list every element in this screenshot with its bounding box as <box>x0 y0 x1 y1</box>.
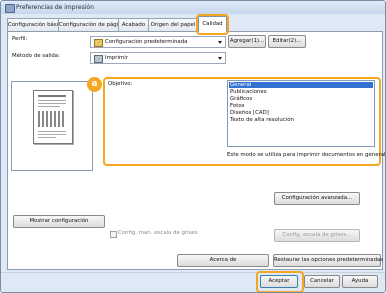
tab-page-setup[interactable]: Configuración de página <box>58 18 119 31</box>
quality-tab-highlight <box>196 14 229 35</box>
objective-item-publications[interactable]: Publicaciones <box>230 89 267 95</box>
grayscale-checkbox[interactable] <box>110 231 117 238</box>
preview-page <box>33 90 73 144</box>
tab-basic-settings[interactable]: Configuración básica <box>7 18 59 31</box>
tab-paper-source[interactable]: Origen del papel <box>148 18 198 31</box>
edit-profile-button[interactable]: Editar(2)... <box>268 35 306 48</box>
printer-icon <box>5 4 15 13</box>
preview-line <box>38 134 66 135</box>
preview-line <box>38 106 60 107</box>
preview-line <box>38 100 66 101</box>
help-button[interactable]: Ayuda <box>342 275 378 288</box>
callout-badge-a: a <box>87 77 102 92</box>
objective-list[interactable]: General Publicaciones Gráficos Fotos Dis… <box>227 80 375 147</box>
title-bar: Preferencias de impresión <box>1 1 385 14</box>
profile-icon <box>94 39 103 47</box>
cancel-button[interactable]: Cancelar <box>304 275 340 288</box>
about-button[interactable]: Acerca de <box>177 254 269 267</box>
window-title: Preferencias de impresión <box>16 4 94 11</box>
accept-button[interactable]: Aceptar <box>260 275 298 288</box>
footer-separator <box>1 272 385 273</box>
grayscale-checkbox-label: Config. man. escala de grises <box>118 230 198 236</box>
objective-item-cad[interactable]: Diseños [CAD] <box>230 110 269 116</box>
objective-item-high-res-text[interactable]: Texto de alta resolución <box>230 117 294 123</box>
chevron-down-icon <box>218 41 222 44</box>
restore-defaults-button[interactable]: Restaurar las opciones predeterminadas <box>273 254 383 267</box>
preview-line <box>38 137 56 138</box>
profile-select[interactable]: Configuración predeterminada <box>90 36 226 48</box>
tab-finishing[interactable]: Acabado <box>118 18 149 31</box>
preview-heading <box>38 95 66 97</box>
print-icon <box>94 55 103 63</box>
output-method-value: Imprimir <box>105 55 128 61</box>
page-preview <box>11 81 93 171</box>
advanced-settings-button[interactable]: Configuración avanzada... <box>274 192 360 205</box>
objective-item-general[interactable]: General <box>229 82 373 88</box>
add-profile-button[interactable]: Agregar(1)... <box>228 35 266 48</box>
profile-label: Perfil: <box>12 36 28 42</box>
grayscale-config-button[interactable]: Config. escala de grises... <box>274 229 360 242</box>
chevron-down-icon <box>218 57 222 60</box>
objective-description: Este modo se utiliza para imprimir docum… <box>227 152 386 158</box>
show-settings-button[interactable]: Mostrar configuración <box>13 215 105 228</box>
preview-line <box>38 103 66 104</box>
objective-label: Objetivo: <box>108 81 133 87</box>
objective-item-graphics[interactable]: Gráficos <box>230 96 252 102</box>
output-method-select[interactable]: Imprimir <box>90 52 226 64</box>
output-method-label: Método de salida: <box>12 53 60 59</box>
preview-chart <box>38 111 66 127</box>
objective-item-photos[interactable]: Fotos <box>230 103 244 109</box>
preview-line <box>38 131 66 132</box>
print-preferences-window: Preferencias de impresión Configuración … <box>0 0 386 293</box>
profile-value: Configuración predeterminada <box>105 39 188 45</box>
